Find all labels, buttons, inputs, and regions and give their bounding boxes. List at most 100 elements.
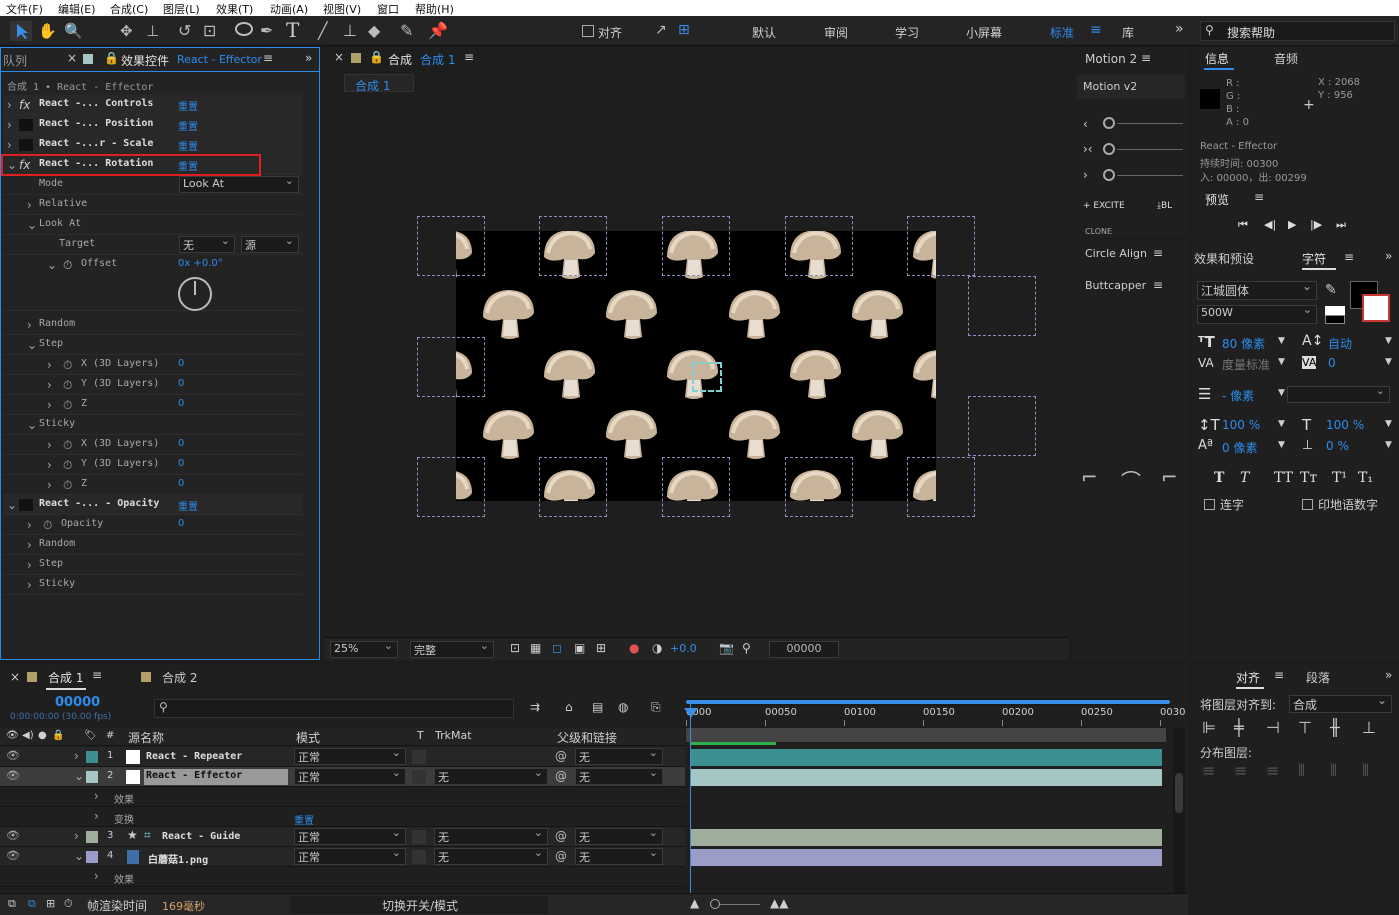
tab-paragraph[interactable]: 段落	[1306, 669, 1330, 686]
menu-file[interactable]: 文件(F)	[6, 1, 43, 17]
sticky-row[interactable]: ⌄ Sticky	[3, 415, 303, 435]
layer-name[interactable]: React - Guide	[162, 831, 240, 842]
font-style-select[interactable]: 500W	[1197, 303, 1317, 324]
layer-row-3[interactable]: 👁 › 3 ★ ⌗ React - Guide 正常 无 @ 无	[0, 826, 685, 847]
playhead-handle[interactable]	[684, 708, 698, 718]
chevron-right-icon[interactable]: ›	[27, 518, 32, 532]
current-time-field[interactable]: 00000	[769, 641, 839, 658]
frame-blend-icon[interactable]: ▤	[592, 700, 603, 714]
grid-icon[interactable]: ⊞	[596, 641, 606, 655]
excite-button[interactable]: + EXCITE	[1083, 201, 1125, 211]
layer-row-4[interactable]: 👁 ⌄ 4 白蘑菇1.png 正常 无 @ 无	[0, 846, 685, 867]
chevron-right-icon[interactable]: ›	[7, 138, 12, 152]
chevron-down-icon[interactable]: ▼	[1278, 357, 1285, 367]
chevron-right-icon[interactable]: ›	[74, 829, 79, 843]
visibility-eye-icon[interactable]: 👁	[6, 849, 20, 862]
chevron-right-icon[interactable]: ›	[47, 458, 52, 472]
chevron-down-icon[interactable]: ▼	[1385, 419, 1392, 429]
menu-view[interactable]: 视图(V)	[323, 1, 361, 17]
value[interactable]: 0	[178, 518, 184, 529]
guides-icon[interactable]: ▣	[574, 641, 585, 655]
chevron-right-icon[interactable]: ›	[94, 789, 99, 803]
brush-tool-icon[interactable]: ╱	[318, 21, 328, 40]
align-right-icon[interactable]: ⊣	[1266, 718, 1280, 737]
cap-round-icon[interactable]: ⌒	[1121, 465, 1141, 494]
layer-mode-select[interactable]: 正常	[294, 826, 406, 845]
black-swatch[interactable]	[1325, 315, 1345, 324]
reset-link[interactable]: 重置	[178, 118, 198, 133]
layer-label-color[interactable]	[86, 771, 98, 783]
panel-menu-icon[interactable]: ≡	[1344, 250, 1354, 264]
prev-frame-icon[interactable]: ◀|	[1264, 218, 1276, 231]
vertical-scale-value[interactable]: 100 %	[1222, 418, 1260, 432]
pickwhip-icon[interactable]: @	[555, 749, 567, 763]
audio-icon[interactable]: ◀)	[22, 730, 34, 741]
work-area-range[interactable]	[686, 728, 1166, 742]
render-time-icon[interactable]: ⏱	[64, 897, 73, 911]
value[interactable]: 0	[178, 478, 184, 489]
layer-bar-1[interactable]	[690, 749, 1162, 766]
reset-link[interactable]: 重置	[178, 138, 198, 153]
chevron-right-icon[interactable]: ›	[27, 558, 32, 572]
toggle-switches-modes[interactable]: 切换开关/模式	[290, 896, 548, 914]
distribute-top-icon[interactable]: ≡	[1202, 761, 1215, 780]
small-caps-icon[interactable]: Tт	[1300, 470, 1317, 486]
stopwatch-icon[interactable]: ⏱	[63, 378, 72, 393]
value[interactable]: 0	[178, 358, 184, 369]
col-t[interactable]: T	[417, 729, 424, 742]
zoom-in-icon[interactable]: ▲▲	[770, 896, 788, 910]
timeline-scrollbar[interactable]	[1173, 728, 1185, 908]
chevron-right-icon[interactable]: ›	[47, 358, 52, 372]
reset-link[interactable]: 重置	[294, 812, 314, 827]
offset-value[interactable]: 0x +0.0°	[178, 258, 223, 269]
op-random-row[interactable]: › Random	[3, 535, 303, 555]
cap-square-icon[interactable]: ⌐	[1161, 465, 1178, 489]
menu-edit[interactable]: 编辑(E)	[58, 1, 96, 17]
comp-tab-name[interactable]: 合成 1	[420, 51, 455, 68]
tab-align[interactable]: 对齐	[1236, 669, 1260, 686]
stopwatch-icon[interactable]: ⏱	[63, 358, 72, 373]
stopwatch-icon[interactable]: ⏱	[63, 258, 72, 273]
effect-row-scale[interactable]: › React -...r - Scale 重置	[3, 135, 303, 155]
subscript-icon[interactable]: T₁	[1358, 470, 1373, 486]
effect-row-opacity[interactable]: ⌄ React -... - Opacity 重置	[3, 495, 303, 515]
tracking-value[interactable]: 0	[1328, 356, 1336, 370]
chevron-down-icon[interactable]: ▼	[1278, 336, 1285, 346]
visibility-eye-icon[interactable]: 👁	[6, 749, 20, 762]
timeline-search-input[interactable]: ⚲	[154, 699, 514, 718]
camera-tool-icon[interactable]: ⊡	[203, 21, 216, 40]
stroke-color-swatch[interactable]	[1362, 294, 1390, 322]
chevron-right-icon[interactable]: ›	[7, 98, 12, 112]
close-icon[interactable]: ×	[10, 670, 20, 684]
layer-mode-select[interactable]: 正常	[294, 746, 406, 765]
layer-name[interactable]: React - Effector	[144, 769, 288, 785]
snap-grid-icon[interactable]: ⊞	[678, 22, 690, 38]
menu-effect[interactable]: 效果(T)	[216, 1, 253, 17]
horizontal-scale-value[interactable]: 100 %	[1326, 418, 1364, 432]
pen-tool-icon[interactable]: ✒	[260, 21, 273, 40]
chevron-right-icon[interactable]: ›	[94, 869, 99, 883]
preserve-transparency[interactable]	[412, 750, 426, 764]
tab-effect-controls[interactable]: 效果控件	[121, 52, 169, 69]
roto-brush-icon[interactable]: ✎	[400, 21, 413, 40]
layer-switches-icon[interactable]: ⧉	[8, 897, 16, 911]
chevron-down-icon[interactable]: ⌄	[7, 498, 17, 512]
channel-icon[interactable]: ●	[629, 641, 639, 655]
relative-row[interactable]: › Relative	[3, 195, 303, 215]
visibility-eye-icon[interactable]: 👁	[6, 769, 20, 782]
angle-dial[interactable]	[178, 277, 212, 311]
layer-bar-4[interactable]	[690, 849, 1162, 866]
chevron-down-icon[interactable]: ▼	[1385, 357, 1392, 367]
mode-select[interactable]: Look At	[179, 174, 299, 193]
panel-menu-icon[interactable]: ≡	[263, 51, 273, 65]
work-area-bar[interactable]	[686, 698, 1170, 706]
effect-row-controls[interactable]: › fx React -... Controls 重置	[3, 95, 303, 115]
chevron-down-icon[interactable]: ⌄	[27, 218, 37, 232]
tab-effects-presets[interactable]: 效果和预设	[1194, 250, 1254, 267]
chevron-down-icon[interactable]: ▼	[1278, 440, 1285, 450]
close-icon[interactable]: ×	[67, 51, 77, 65]
next-frame-icon[interactable]: |▶	[1310, 218, 1322, 231]
panel-menu-icon[interactable]: ≡	[92, 668, 102, 682]
type-tool-icon[interactable]: T	[286, 18, 299, 42]
chevron-right-icon[interactable]: ›	[1083, 168, 1088, 182]
